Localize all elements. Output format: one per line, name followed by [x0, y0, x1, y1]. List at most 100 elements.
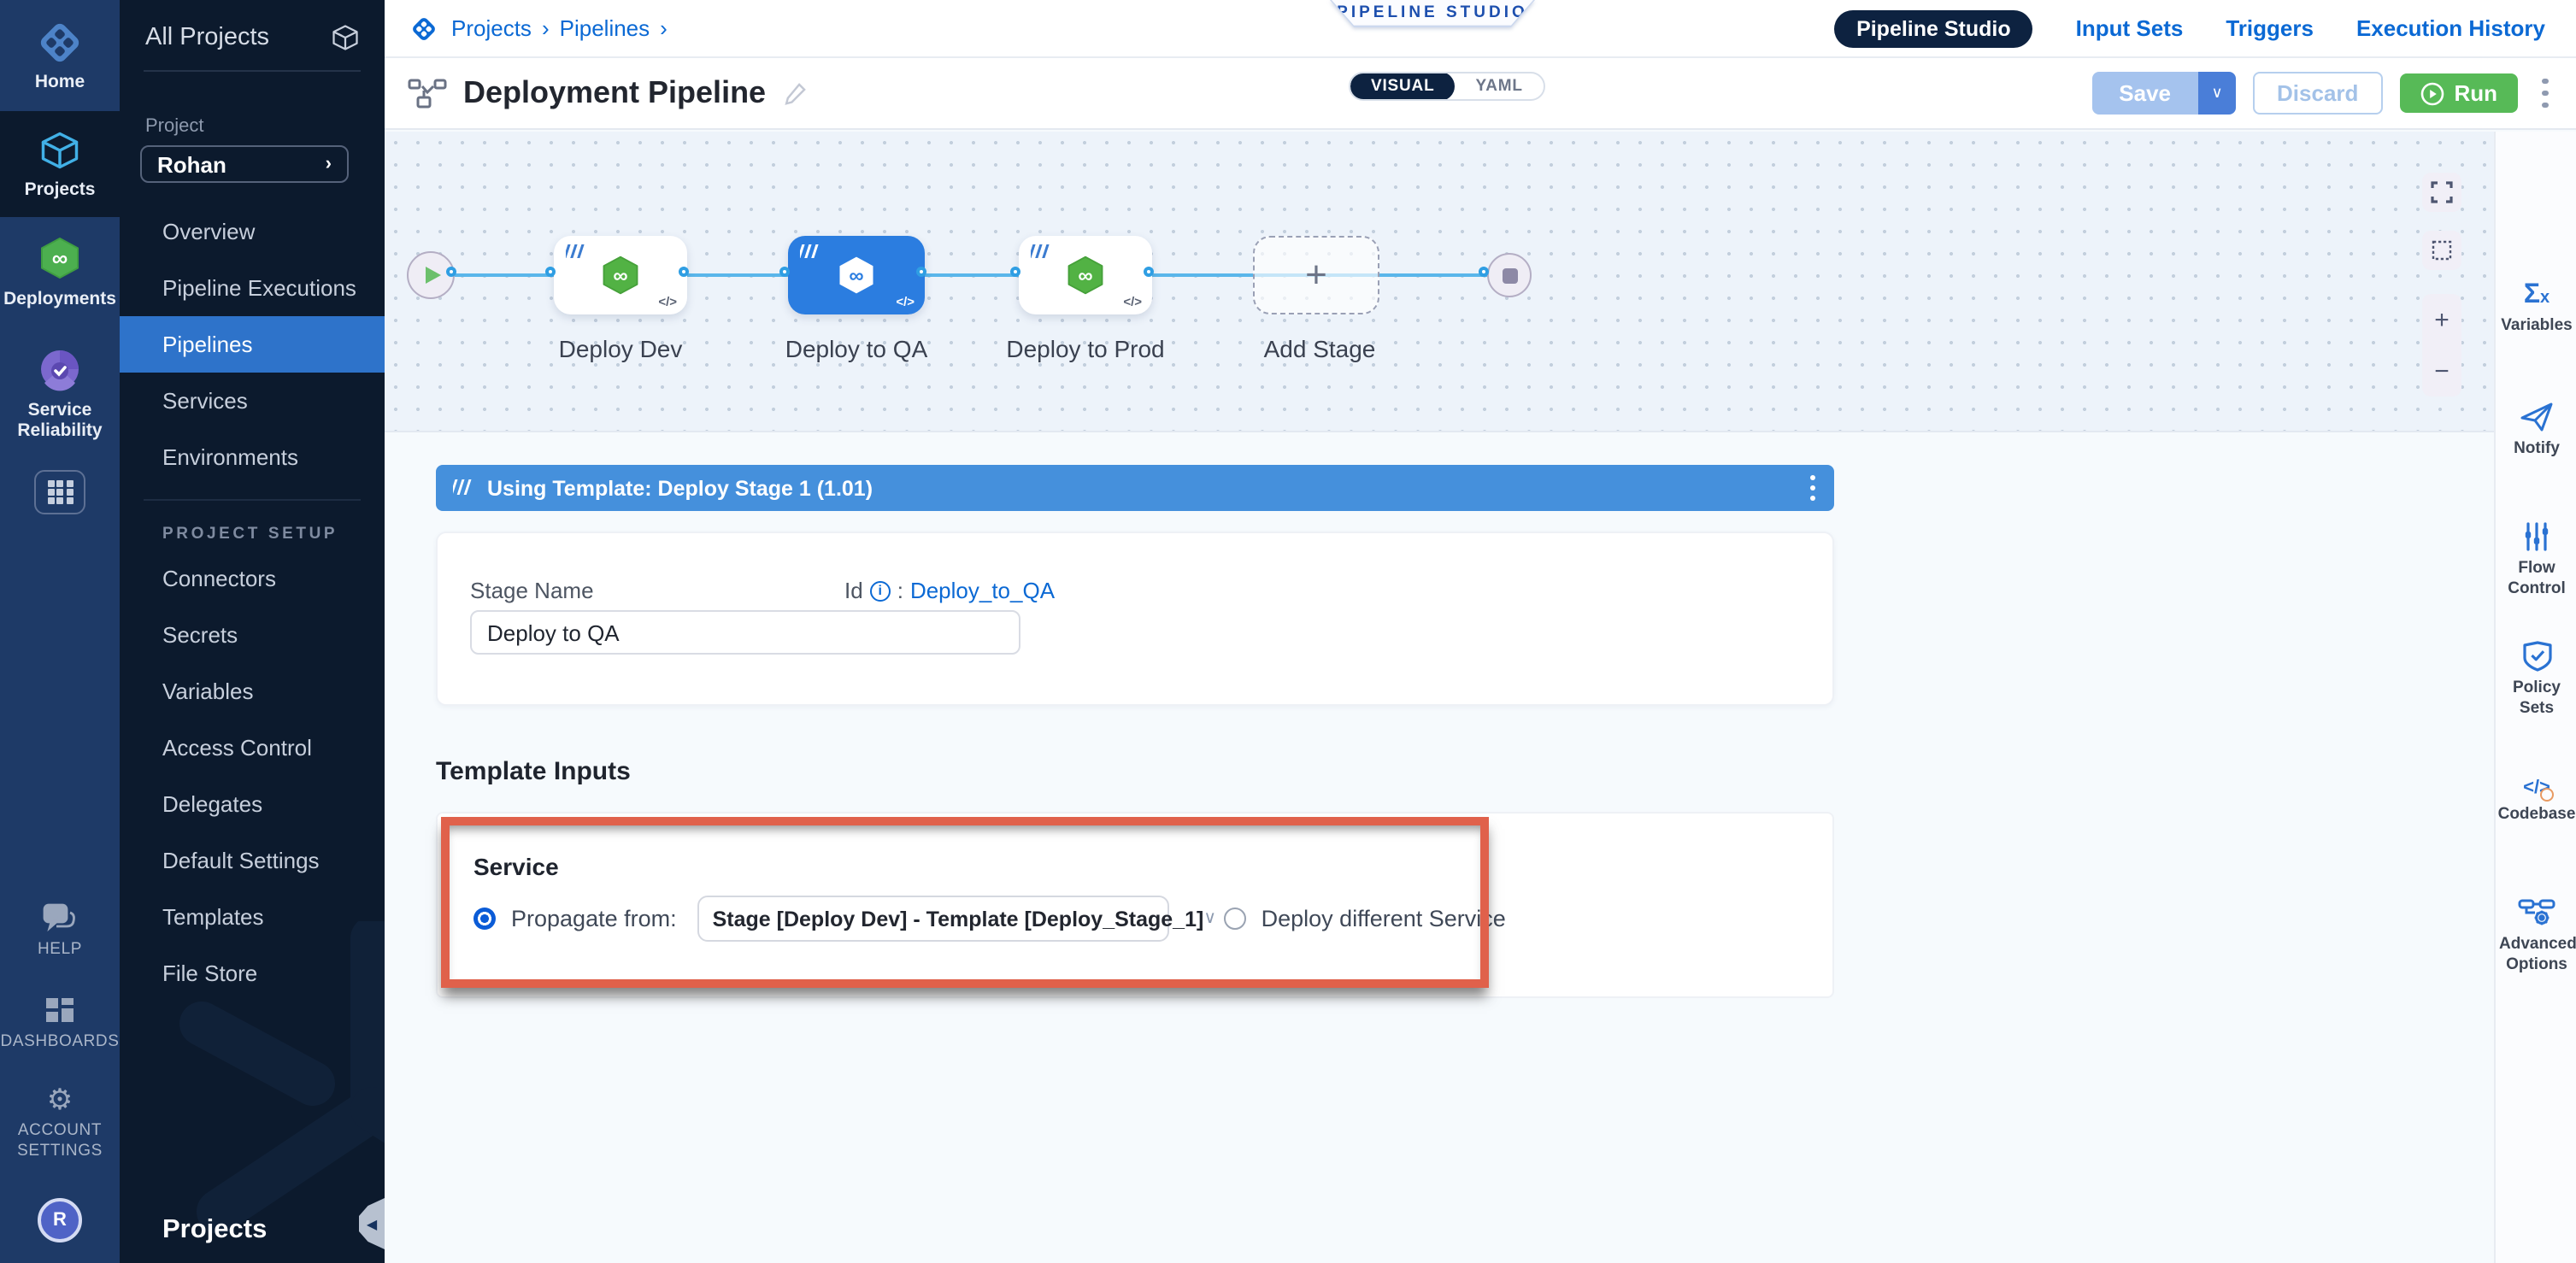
rail-advanced-options-button[interactable]: Advanced Options [2496, 897, 2576, 976]
rail-label-help: HELP [38, 941, 82, 960]
sidebar-item-secrets[interactable]: Secrets [120, 607, 385, 663]
rail-advanced-options-label: Advanced Options [2499, 935, 2574, 976]
cd-hexagon-icon: ∞ [1063, 253, 1108, 297]
stage-id-value[interactable]: Deploy_to_QA [910, 578, 1055, 603]
stage-name-input[interactable] [470, 610, 1020, 655]
rail-variables-button[interactable]: Σx Variables [2496, 282, 2576, 337]
rail-item-projects[interactable]: Projects [0, 110, 120, 217]
propagate-stage-select[interactable]: Stage [Deploy Dev] - Template [Deploy_St… [697, 896, 1169, 942]
stage-card-deploy-dev[interactable]: ∞ </> [554, 236, 687, 314]
rail-codebase-button[interactable]: </> Codebase [2496, 778, 2576, 825]
rail-item-account-settings[interactable]: ⚙ ACCOUNT SETTINGS [0, 1068, 120, 1178]
rail-item-dashboards[interactable]: DASHBOARDS [0, 978, 120, 1069]
more-options-button[interactable] [2542, 78, 2549, 109]
action-buttons: Save ∨ Discard Run [2091, 72, 2549, 115]
rail-policy-sets-button[interactable]: Policy Sets [2496, 641, 2576, 720]
stage-card-deploy-to-prod[interactable]: ∞ </> [1019, 236, 1152, 314]
breadcrumb-projects[interactable]: Projects [451, 15, 532, 41]
pipeline-canvas[interactable]: ∞ </> ∞ </> [385, 132, 2494, 432]
sidebar-watermark-cube [150, 921, 385, 1263]
pipeline-studio-ribbon: PIPELINE STUDIO [1330, 0, 1535, 27]
help-chat-icon: ? [41, 903, 79, 934]
canvas-zoom-controls: + − [2422, 294, 2461, 397]
rail-item-deployments[interactable]: ∞ Deployments [0, 217, 120, 327]
stage-detail-panel: Using Template: Deploy Stage 1 (1.01) St… [385, 432, 2494, 1263]
chevron-separator-icon: › [542, 15, 550, 41]
sidebar-item-services[interactable]: Services [120, 373, 385, 429]
pipeline-end-node [1487, 253, 1532, 297]
zoom-out-button[interactable]: − [2434, 358, 2450, 384]
template-options-button[interactable] [1810, 475, 1817, 501]
sidebar-divider [144, 70, 361, 72]
sidebar-item-variables[interactable]: Variables [120, 663, 385, 720]
dashboards-icon [43, 995, 77, 1025]
sidebar-item-delegates[interactable]: Delegates [120, 776, 385, 832]
add-stage-button[interactable]: + [1253, 236, 1379, 314]
sidebar-item-connectors[interactable]: Connectors [120, 550, 385, 607]
connector-dot [916, 266, 926, 276]
all-projects-cube-icon[interactable] [330, 22, 361, 53]
tab-pipeline-studio[interactable]: Pipeline Studio [1834, 9, 2033, 47]
using-template-text: Using Template: Deploy Stage 1 (1.01) [487, 476, 873, 500]
toggle-yaml[interactable]: YAML [1456, 72, 1544, 101]
id-label: Id [844, 578, 863, 603]
module-grid-button[interactable] [34, 470, 85, 514]
sidebar-item-pipelines[interactable]: Pipelines [120, 316, 385, 373]
rail-item-service-reliability[interactable]: Service Reliability [0, 328, 120, 460]
rail-item-help[interactable]: ? HELP [0, 886, 120, 978]
connector-dot [1479, 266, 1489, 276]
zoom-in-button[interactable]: + [2434, 307, 2450, 332]
sidebar: All Projects Project Rohan › Overview Pi… [120, 0, 385, 1263]
discard-button[interactable]: Discard [2253, 72, 2382, 115]
propagate-from-radio[interactable] [473, 908, 496, 930]
page-title: Deployment Pipeline [463, 75, 766, 111]
rail-variables-label: Variables [2501, 316, 2572, 337]
svg-text:∞: ∞ [849, 264, 863, 287]
canvas-fullscreen-button[interactable] [2422, 173, 2461, 212]
svg-text:∞: ∞ [52, 245, 68, 271]
info-icon[interactable]: i [870, 580, 891, 601]
breadcrumb-pipelines[interactable]: Pipelines [560, 15, 650, 41]
rail-flow-control-button[interactable]: Flow Control [2496, 521, 2576, 600]
tab-input-sets[interactable]: Input Sets [2076, 15, 2184, 41]
template-bars-icon [1031, 244, 1051, 261]
view-toggle: VISUAL YAML [1349, 72, 1545, 101]
canvas-select-button[interactable] [2422, 231, 2461, 270]
stage-name-label: Stage Name [470, 578, 594, 603]
run-button[interactable]: Run [2399, 73, 2518, 113]
code-icon: </> [1123, 294, 1142, 309]
breadcrumb-bar: Projects › Pipelines › PIPELINE STUDIO P… [385, 0, 2576, 58]
sidebar-item-pipeline-executions[interactable]: Pipeline Executions [120, 260, 385, 316]
sidebar-divider [144, 499, 361, 501]
save-button[interactable]: Save [2091, 72, 2198, 115]
codebase-warning-dot [2540, 788, 2554, 802]
project-label: Project [145, 116, 359, 137]
edit-pencil-icon[interactable] [783, 80, 809, 106]
rail-notify-button[interactable]: Notify [2496, 402, 2576, 460]
connector-dot [446, 266, 456, 276]
grid-icon [47, 480, 73, 503]
save-dropdown-button[interactable]: ∨ [2198, 72, 2236, 115]
chevron-down-icon: ∨ [1203, 909, 1216, 928]
sidebar-item-overview[interactable]: Overview [120, 203, 385, 260]
toggle-visual[interactable]: VISUAL [1350, 72, 1456, 101]
tab-execution-history[interactable]: Execution History [2356, 15, 2545, 41]
service-reliability-icon [36, 345, 84, 393]
deploy-different-service-radio[interactable] [1224, 908, 1246, 930]
play-circle-icon [2420, 81, 2444, 105]
stage-card-deploy-to-qa[interactable]: ∞ </> [788, 236, 925, 314]
sidebar-item-access-control[interactable]: Access Control [120, 720, 385, 776]
project-selector[interactable]: Rohan › [140, 145, 349, 183]
tab-triggers[interactable]: Triggers [2226, 15, 2314, 41]
sidebar-item-environments[interactable]: Environments [120, 429, 385, 485]
connector-dot [1010, 266, 1020, 276]
svg-text:?: ? [51, 908, 60, 923]
rail-item-home[interactable]: Home [0, 0, 120, 110]
sidebar-item-default-settings[interactable]: Default Settings [120, 832, 385, 889]
stage-label-deploy-to-prod: Deploy to Prod [974, 335, 1197, 362]
user-avatar[interactable]: R [38, 1198, 82, 1242]
service-card: Service Propagate from: Stage [Deploy De… [436, 812, 1834, 998]
id-separator: : [897, 578, 903, 603]
stage-id-row: Id i : Deploy_to_QA [844, 578, 1055, 603]
projects-cube-icon [38, 127, 82, 172]
